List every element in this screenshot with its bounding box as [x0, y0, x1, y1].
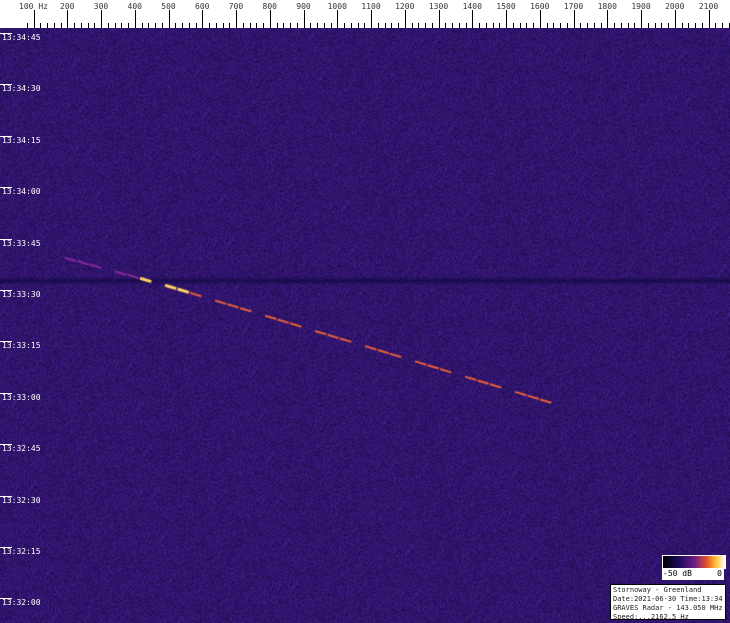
x-tick-label: 1500	[496, 2, 516, 11]
y-tick-label: 13:32:30	[2, 495, 41, 505]
colorbar-labels: -50 dB 0	[662, 568, 724, 580]
x-tick	[405, 10, 406, 28]
x-tick	[574, 10, 575, 28]
x-tick-label: 1600	[530, 2, 550, 11]
x-tick	[169, 10, 170, 28]
x-tick-label: 1900	[631, 2, 651, 11]
y-tick-label: 13:33:45	[2, 238, 41, 248]
x-tick	[439, 10, 440, 28]
x-tick-label: 1000	[327, 2, 347, 11]
spectrogram-window: 100 Hz 200 300 400 500 600 700 800 900 1000 1100 12…	[0, 0, 730, 623]
x-tick-label: 300	[93, 2, 109, 11]
x-tick	[270, 10, 271, 28]
x-tick-label: 600	[195, 2, 210, 11]
y-tick-label: 13:34:00	[2, 187, 41, 197]
x-tick-label: 1100	[361, 2, 381, 11]
x-tick	[34, 10, 35, 28]
x-tick-label: 100 Hz	[19, 2, 48, 11]
x-tick-label: 1400	[462, 2, 482, 11]
x-tick-label: 700	[228, 2, 244, 11]
x-tick	[506, 10, 507, 28]
x-tick-label: 2000	[665, 2, 685, 11]
x-tick	[472, 10, 473, 28]
x-tick	[135, 10, 136, 28]
y-tick-label: 13:34:15	[2, 135, 41, 145]
y-tick-label: 13:32:45	[2, 444, 41, 454]
x-tick-label: 400	[127, 2, 142, 11]
frequency-axis: 100 Hz 200 300 400 500 600 700 800 900 1000 1100 12…	[0, 0, 730, 28]
y-tick-label: 13:34:30	[2, 84, 41, 94]
x-tick	[304, 10, 305, 28]
y-tick-label: 13:33:15	[2, 341, 41, 351]
x-tick-label: 500	[161, 2, 176, 11]
spectrogram-canvas	[0, 28, 730, 623]
x-tick-label: 2100	[698, 2, 719, 11]
x-tick-label: 200	[60, 2, 75, 11]
x-tick	[236, 10, 237, 28]
x-tick	[371, 10, 372, 28]
legend-line-location: Stornoway - Greenland	[613, 586, 702, 594]
x-tick	[202, 10, 203, 28]
y-tick-label: 13:33:30	[2, 290, 41, 299]
x-tick	[641, 10, 642, 28]
x-tick-label: 1800	[597, 2, 617, 11]
x-tick-label: 900	[296, 2, 311, 11]
colorbar-max-label: 0	[717, 569, 722, 578]
x-tick	[675, 10, 676, 28]
x-tick-label: 800	[262, 2, 277, 11]
x-tick-label: 1700	[563, 2, 584, 11]
x-tick-label: 1200	[395, 2, 415, 11]
x-tick-label: 1300	[428, 2, 449, 11]
x-tick	[337, 10, 338, 28]
x-tick	[709, 10, 710, 28]
y-tick-label: 13:32:15	[2, 547, 41, 556]
x-tick	[540, 10, 541, 28]
legend-line-radar: GRAVES Radar - 143.050 MHz	[613, 604, 723, 612]
y-tick-label: 13:33:00	[2, 392, 41, 402]
x-tick	[101, 10, 102, 28]
colorbar	[662, 555, 726, 569]
x-tick	[67, 10, 68, 28]
y-tick-label: 13:34:45	[2, 33, 41, 42]
y-tick-label: 13:32:00	[2, 598, 41, 608]
legend-line-speed: Speed:...2162.5 Hz	[613, 613, 689, 621]
colorbar-min-label: -50 dB	[663, 569, 692, 578]
legend-line-date: Date:2021-06-30 Time:13:34	[613, 595, 723, 603]
info-legend: Stornoway - Greenland Date:2021-06-30 Ti…	[610, 584, 726, 621]
x-tick	[607, 10, 608, 28]
